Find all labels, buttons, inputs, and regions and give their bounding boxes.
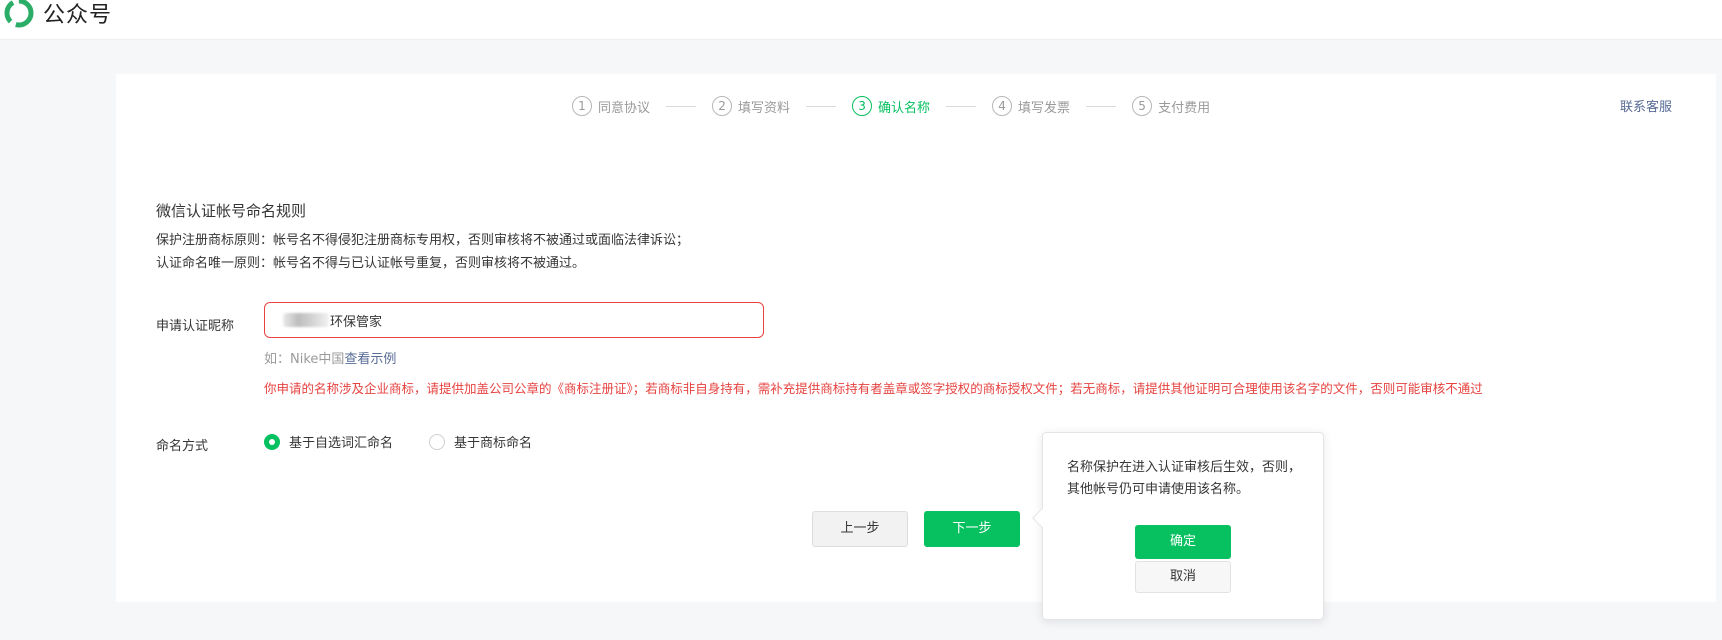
step-fill-info: 2 填写资料	[712, 96, 790, 116]
radio-custom-words[interactable]: 基于自选词汇命名	[264, 432, 393, 451]
trademark-warning: 你申请的名称涉及企业商标，请提供加盖公司公章的《商标注册证》；若商标非自身持有，…	[264, 381, 1483, 396]
radio-label: 基于自选词汇命名	[289, 436, 394, 451]
naming-rule-unique: 认证命名唯一原则：帐号名不得与已认证帐号重复，否则审核将不被通过。	[156, 256, 586, 271]
step-label: 填写资料	[738, 100, 791, 116]
step-label: 填写发票	[1018, 100, 1071, 116]
radio-trademark[interactable]: 基于商标命名	[429, 432, 532, 451]
progress-steps: 1 同意协议 2 填写资料 3 确认名称 4 填写发票 5 支付费用	[572, 96, 1210, 116]
step-label: 确认名称	[878, 100, 931, 116]
step-agree: 1 同意协议	[572, 96, 650, 116]
step-separator	[666, 105, 697, 107]
step-label: 同意协议	[598, 100, 651, 116]
step-number: 4	[992, 96, 1013, 116]
next-step-button[interactable]: 下一步	[924, 511, 1020, 547]
step-label: 支付费用	[1158, 100, 1211, 116]
radio-label: 基于商标命名	[454, 436, 533, 451]
step-number: 1	[572, 96, 592, 116]
step-separator	[806, 105, 837, 107]
wechat-official-account-logo-icon	[4, 0, 34, 28]
view-example-link[interactable]: 查看示例	[344, 352, 396, 367]
step-invoice: 4 填写发票	[992, 96, 1070, 116]
hint-example: 如：Nike中国	[264, 352, 345, 367]
contact-support-link[interactable]: 联系客服	[1620, 96, 1672, 115]
popover-cancel-button[interactable]: 取消	[1135, 561, 1231, 593]
nickname-hint: 如：Nike中国查看示例	[264, 348, 396, 367]
main-card: 1 同意协议 2 填写资料 3 确认名称 4 填写发票 5 支付费用 联系客服 …	[116, 74, 1716, 602]
nickname-value: 环保管家	[330, 314, 383, 330]
nickname-input[interactable]: 环保管家	[264, 302, 764, 338]
popover-confirm-button[interactable]: 确定	[1135, 525, 1231, 559]
top-bar: 公众号	[0, 0, 1722, 40]
step-confirm-name: 3 确认名称	[852, 96, 930, 116]
prev-step-button[interactable]: 上一步	[812, 511, 908, 547]
naming-method-radios: 基于自选词汇命名 基于商标命名	[264, 432, 568, 451]
popover-message: 名称保护在进入认证审核后生效，否则，其他帐号仍可申请使用该名称。	[1067, 460, 1302, 497]
naming-rule-trademark: 保护注册商标原则：帐号名不得侵犯注册商标专用权，否则审核将不被通过或面临法律诉讼…	[156, 233, 690, 248]
naming-rules-title: 微信认证帐号命名规则	[156, 202, 307, 220]
redacted-text	[283, 313, 329, 327]
step-number: 3	[852, 96, 873, 116]
confirm-popover: 名称保护在进入认证审核后生效，否则，其他帐号仍可申请使用该名称。 确定 取消	[1032, 432, 1324, 620]
radio-checked-icon[interactable]	[264, 433, 280, 450]
step-number: 2	[712, 96, 733, 116]
nickname-label: 申请认证昵称	[156, 319, 235, 334]
logo[interactable]: 公众号	[4, 0, 112, 29]
step-number: 5	[1132, 96, 1153, 116]
step-payment: 5 支付费用	[1132, 96, 1210, 116]
step-separator	[1086, 105, 1117, 107]
naming-method-label: 命名方式	[156, 439, 209, 454]
radio-unchecked-icon[interactable]	[429, 433, 446, 450]
step-separator	[946, 105, 977, 107]
app-title: 公众号	[43, 3, 113, 28]
